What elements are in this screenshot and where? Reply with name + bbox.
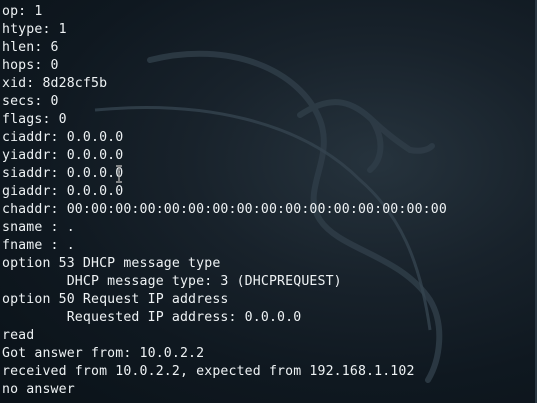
output-line: giaddr: 0.0.0.0 [2, 184, 124, 199]
output-line: flags: 0 [2, 112, 67, 127]
output-line: DHCP message type: 3 (DHCPREQUEST) [2, 274, 342, 289]
output-line: op: 1 [2, 4, 43, 19]
output-line: read [2, 328, 35, 343]
output-line: xid: 8d28cf5b [2, 76, 108, 91]
output-line: Got answer from: 10.0.2.2 [2, 346, 205, 361]
terminal-output: op: 1 htype: 1 hlen: 6 hops: 0 xid: 8d28… [2, 3, 447, 399]
output-line: Requested IP address: 0.0.0.0 [2, 310, 302, 325]
output-line: option 53 DHCP message type [2, 256, 221, 271]
output-line: chaddr: 00:00:00:00:00:00:00:00:00:00:00… [2, 202, 447, 217]
output-line: sname : . [2, 220, 75, 235]
terminal-window[interactable]: op: 1 htype: 1 hlen: 6 hops: 0 xid: 8d28… [0, 0, 537, 403]
text-cursor-icon [116, 165, 122, 183]
output-line: siaddr: 0.0.0.0 [2, 166, 124, 181]
output-line: htype: 1 [2, 22, 67, 37]
output-line: secs: 0 [2, 94, 59, 109]
output-line: hops: 0 [2, 58, 59, 73]
output-line: yiaddr: 0.0.0.0 [2, 148, 124, 163]
output-line: no answer [2, 382, 75, 397]
output-line: hlen: 6 [2, 40, 59, 55]
output-line: ciaddr: 0.0.0.0 [2, 130, 124, 145]
output-line: received from 10.0.2.2, expected from 19… [2, 364, 415, 379]
output-line: option 50 Request IP address [2, 292, 229, 307]
output-line: fname : . [2, 238, 75, 253]
